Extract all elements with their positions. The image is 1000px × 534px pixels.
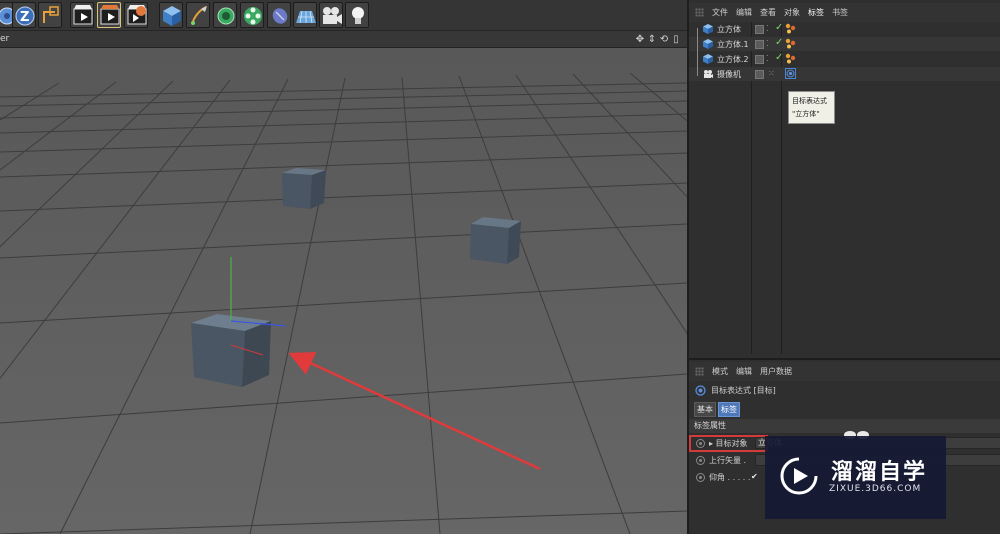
attributes-title: 目标表达式 [目标] (695, 385, 776, 396)
cube-selected[interactable] (191, 314, 271, 387)
menu-objects[interactable]: 对象 (784, 7, 800, 18)
visibility-dots[interactable]: ⁚ (766, 54, 769, 63)
menu-mode[interactable]: 模式 (712, 366, 728, 377)
render-settings-icon[interactable] (124, 2, 148, 28)
layer-toggle[interactable] (755, 40, 764, 49)
object-row-cube[interactable]: 立方体 ⁚ ✓ (689, 22, 1000, 36)
main-toolbar: Z (0, 0, 687, 31)
tooltip-line-2: "立方体" (792, 110, 820, 118)
cube-far[interactable] (282, 168, 326, 209)
cube-icon (703, 39, 713, 49)
object-row-cube-1[interactable]: 立方体.1 ⁚ ✓ (689, 37, 1000, 51)
annotation-highlight-box (689, 435, 768, 452)
viewport-menu-stub[interactable]: er (0, 34, 9, 44)
property-label: 上行矢量 . (709, 456, 747, 465)
object-row-camera[interactable]: 摄像机 ⁙ (689, 67, 1000, 81)
camera-icon[interactable] (319, 2, 343, 28)
texture-tag-icon[interactable] (785, 38, 796, 49)
subdivision-icon[interactable] (213, 2, 237, 28)
texture-tag-icon[interactable] (785, 53, 796, 64)
menu-edit[interactable]: 编辑 (736, 366, 752, 377)
move-view-icon[interactable]: ✥ (635, 34, 645, 45)
tooltip-line-1: 目标表达式 (792, 97, 827, 105)
viewport[interactable]: er ✥ ⇕ ⟲ ▯ (0, 31, 687, 534)
viewport-nav-controls: ✥ ⇕ ⟲ ▯ (635, 34, 681, 45)
object-manager: 文件 编辑 查看 对象 标签 书签 立方体 ⁚ ✓ 立方体.1 ⁚ ✓ 立方体.… (689, 0, 1000, 354)
object-name[interactable]: 摄像机 (717, 69, 741, 80)
cube-icon (703, 24, 713, 34)
attributes-tabs: 基本 标签 (694, 402, 740, 417)
watermark-title: 溜溜自学 (831, 460, 928, 485)
pitch-checkbox[interactable]: ✔ (751, 472, 758, 481)
attributes-menubar: 模式 编辑 用户数据 (689, 362, 1000, 381)
viewport-header: er ✥ ⇕ ⟲ ▯ (0, 31, 687, 48)
panel-grip-icon[interactable] (695, 367, 704, 376)
object-name[interactable]: 立方体.1 (717, 39, 749, 50)
watermark-logo: 溜溜自学 ZIXUE.3D66.COM (765, 436, 946, 519)
menu-bookmarks[interactable]: 书签 (832, 7, 848, 18)
menu-edit[interactable]: 编辑 (736, 7, 752, 18)
layer-toggle[interactable] (755, 25, 764, 34)
animate-dot-icon[interactable] (696, 473, 705, 482)
render-view-icon[interactable] (70, 2, 94, 28)
menu-tags[interactable]: 标签 (808, 7, 824, 18)
target-tag-icon[interactable] (785, 68, 796, 79)
attributes-title-text: 目标表达式 [目标] (711, 386, 776, 395)
visibility-dots[interactable]: ⁚ (766, 39, 769, 48)
object-name[interactable]: 立方体 (717, 24, 741, 35)
menu-file[interactable]: 文件 (712, 7, 728, 18)
cube-icon[interactable] (159, 2, 183, 28)
light-icon[interactable] (345, 2, 369, 28)
play-logo-icon (780, 457, 818, 495)
hierarchy-line (697, 28, 698, 76)
property-label: 仰角 . . . . . (709, 473, 751, 482)
watermark-subtitle: ZIXUE.3D66.COM (829, 484, 922, 494)
deformer-icon[interactable] (267, 2, 291, 28)
pen-icon[interactable] (186, 2, 210, 28)
cube-icon (703, 54, 713, 64)
object-row-cube-2[interactable]: 立方体.2 ⁚ ✓ (689, 52, 1000, 66)
floor-icon[interactable] (293, 2, 317, 28)
tag-tooltip: 目标表达式 "立方体" (788, 91, 835, 124)
array-icon[interactable] (240, 2, 264, 28)
layer-toggle[interactable] (755, 70, 764, 79)
rotate-view-icon[interactable]: ⟲ (659, 34, 669, 45)
enabled-check-icon[interactable]: ✓ (775, 37, 783, 48)
render-picture-viewer-icon[interactable] (97, 2, 121, 28)
menu-user-data[interactable]: 用户数据 (760, 366, 792, 377)
enabled-check-icon[interactable]: ✓ (775, 52, 783, 63)
object-list: 立方体 ⁚ ✓ 立方体.1 ⁚ ✓ 立方体.2 ⁚ ✓ 摄像机 ⁙ (689, 22, 1000, 354)
tab-tag[interactable]: 标签 (718, 402, 740, 417)
zoom-view-icon[interactable]: ⇕ (647, 34, 657, 45)
maximize-view-icon[interactable]: ▯ (671, 34, 681, 45)
panel-grip-icon[interactable] (695, 8, 704, 17)
visibility-dots-icon[interactable]: ⁙ (768, 69, 775, 78)
viewport-scene[interactable] (0, 48, 687, 534)
texture-tag-icon[interactable] (785, 23, 796, 34)
cube-mid[interactable] (470, 217, 521, 264)
floor-plane (0, 48, 687, 534)
visibility-dots[interactable]: ⁚ (766, 24, 769, 33)
svg-text:Z: Z (20, 10, 29, 25)
camera-icon (704, 70, 713, 78)
animate-dot-icon[interactable] (696, 456, 705, 465)
tab-basic[interactable]: 基本 (694, 402, 716, 417)
object-name[interactable]: 立方体.2 (717, 54, 749, 65)
object-manager-menubar: 文件 编辑 查看 对象 标签 书签 (689, 3, 1000, 22)
layer-toggle[interactable] (755, 55, 764, 64)
z-axis-icon[interactable]: Z (12, 2, 36, 28)
world-coordinate-icon[interactable] (38, 2, 62, 28)
menu-view[interactable]: 查看 (760, 7, 776, 18)
target-tag-icon (695, 385, 706, 396)
enabled-check-icon[interactable]: ✓ (775, 22, 783, 33)
